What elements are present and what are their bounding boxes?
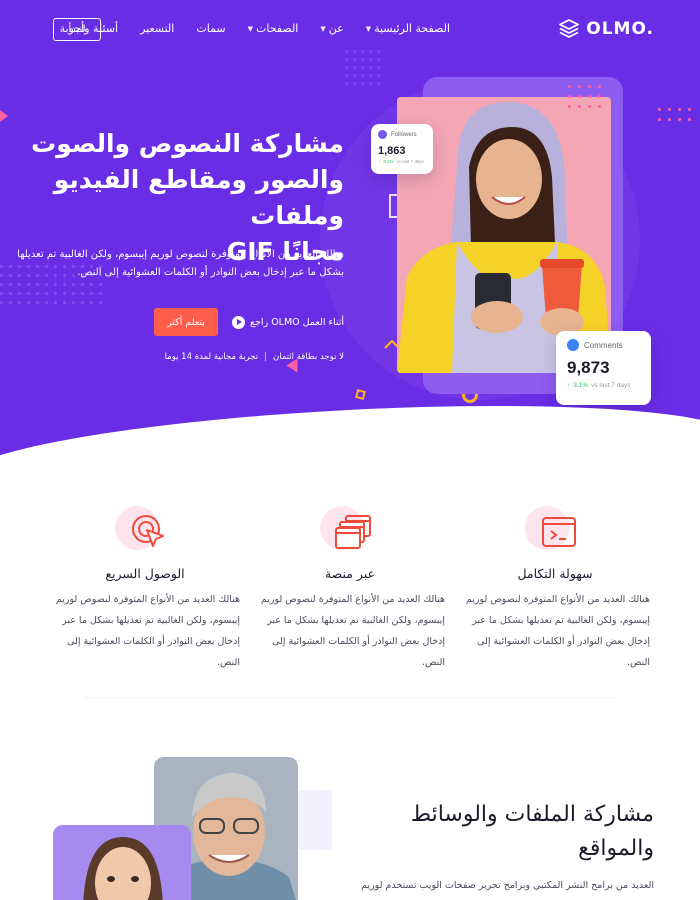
trial-note: لا توجد بطاقة ائتمان | تجربة مجانية لمدة… [165,352,344,362]
nav-link-features[interactable]: سمات [196,22,225,35]
dots-decoration-photo [568,85,601,108]
feature-icon-wrap [320,500,380,560]
separator: | [264,352,267,362]
comments-card: Comments 9,873 ↑ 3.1% vs last 7 days [556,331,651,405]
hero-description: هنالك العديد من الأنواع المتوفرة لنصوص ل… [17,249,344,278]
feature-card: الوصول السريع هنالك العديد من الأنواع ال… [50,500,240,673]
hero-section: OLMO. الصفحة الرئيسية ▼ عن ▼ الصفحات ▼ س… [0,0,700,470]
nav-link-label: الصفحات [256,22,299,35]
nav-link-label: سمات [196,22,226,35]
section3-title-line: والمواقع [578,836,654,861]
followers-card: Followers 1,863 ↑ 3.1% vs last 7 days [371,124,433,174]
play-icon [232,315,245,329]
nav-link-home[interactable]: الصفحة الرئيسية ▼ [366,22,450,35]
trial-text: تجربة مجانية لمدة 14 يوما [164,352,259,362]
chat-icon [567,339,579,351]
nav-link-label: التسعير [140,22,175,35]
feature-title: الوصول السريع [105,566,185,581]
chevron-down-icon: ▼ [365,24,372,33]
learn-more-button[interactable]: يتعلم أكثر [154,308,218,336]
hero-title-line: مشاركة النصوص والصوت [31,129,344,158]
target-cursor-icon [132,515,164,547]
terminal-icon [542,517,576,547]
logo-text: OLMO. [586,19,654,39]
windows-icon [335,515,371,549]
dots-decoration-center [345,50,380,85]
dots-decoration-section3 [298,790,332,850]
followers-change-percent: 3.1% [383,159,394,164]
feature-card: عبر منصة هنالك العديد من الأنواع المتوفر… [255,500,445,673]
feature-title: عبر منصة [324,566,376,581]
feature-description: هنالك العديد من الأنواع المتوفرة لنصوص ل… [465,594,650,668]
nav-links: الصفحة الرئيسية ▼ عن ▼ الصفحات ▼ سمات ال… [60,22,450,35]
nav-link-label: عن [328,22,344,35]
nav-link-label: الصفحة الرئيسية [374,22,450,35]
comments-value: 9,873 [567,358,610,377]
followers-value: 1,863 [378,145,406,157]
chevron-down-icon: ▼ [247,24,254,33]
user-icon [378,130,387,139]
chevron-down-icon: ▼ [320,24,326,33]
comments-change-period: vs last 7 days [591,382,631,389]
comments-change: ↑ 3.1% vs last 7 days [567,382,640,389]
nav-link-pricing[interactable]: التسعير [140,22,174,35]
dots-decoration-right [658,108,691,121]
comments-label: Comments [584,340,623,350]
watch-video-link[interactable]: أثناء العمل OLMO راجع [232,315,344,329]
logo-stack-icon [558,18,580,40]
small-square-shape [354,388,367,401]
features-section: سهولة التكامل هنالك العديد من الأنواع ال… [0,500,700,668]
followers-change-period: vs last 7 days [396,159,424,164]
nav-link-about[interactable]: عن ▼ [320,22,343,35]
section3-description: العديد من برامح النشر المكتبي وبرامح تحر… [361,880,654,891]
no-card-text: لا توجد بطاقة ائتمان [272,352,344,362]
followers-change: ↑ 3.1% vs last 7 days [378,159,426,164]
followers-card-header: Followers [378,130,426,139]
triangle-shape [286,358,298,373]
section3-title-line: مشاركة الملفات والوسائط [410,802,654,827]
feature-description: هنالك العديد من الأنواع المتوفرة لنصوص ل… [260,594,445,668]
small-triangle-shape [0,110,8,122]
get-started-button[interactable]: لنبدأ [53,18,101,41]
feature-icon-wrap [115,500,175,560]
feature-description: هنالك العديد من الأنواع المتوفرة لنصوص ل… [55,594,240,668]
comments-change-percent: 3.1% [573,382,589,389]
logo[interactable]: OLMO. [558,18,654,40]
comments-card-header: Comments [567,339,640,351]
section-divider [85,697,615,698]
arrow-up-icon: ↑ [378,159,381,164]
hero-title-line: والصور ومقاطع الفيديو وملفات [53,165,344,230]
top-nav: OLMO. الصفحة الرئيسية ▼ عن ▼ الصفحات ▼ س… [0,14,700,46]
followers-label: Followers [391,131,417,138]
feature-title: سهولة التكامل [517,566,593,581]
nav-link-pages[interactable]: الصفحات ▼ [248,22,299,35]
woman-photo [53,825,191,900]
watch-label: أثناء العمل OLMO راجع [250,316,344,328]
section3-title: مشاركة الملفات والوسائط والمواقع [374,798,654,866]
arrow-up-icon: ↑ [567,382,571,389]
feature-icon-wrap [525,500,585,560]
feature-card: سهولة التكامل هنالك العديد من الأنواع ال… [460,500,650,673]
hero-cta-row: أثناء العمل OLMO راجع يتعلم أكثر [154,308,344,336]
